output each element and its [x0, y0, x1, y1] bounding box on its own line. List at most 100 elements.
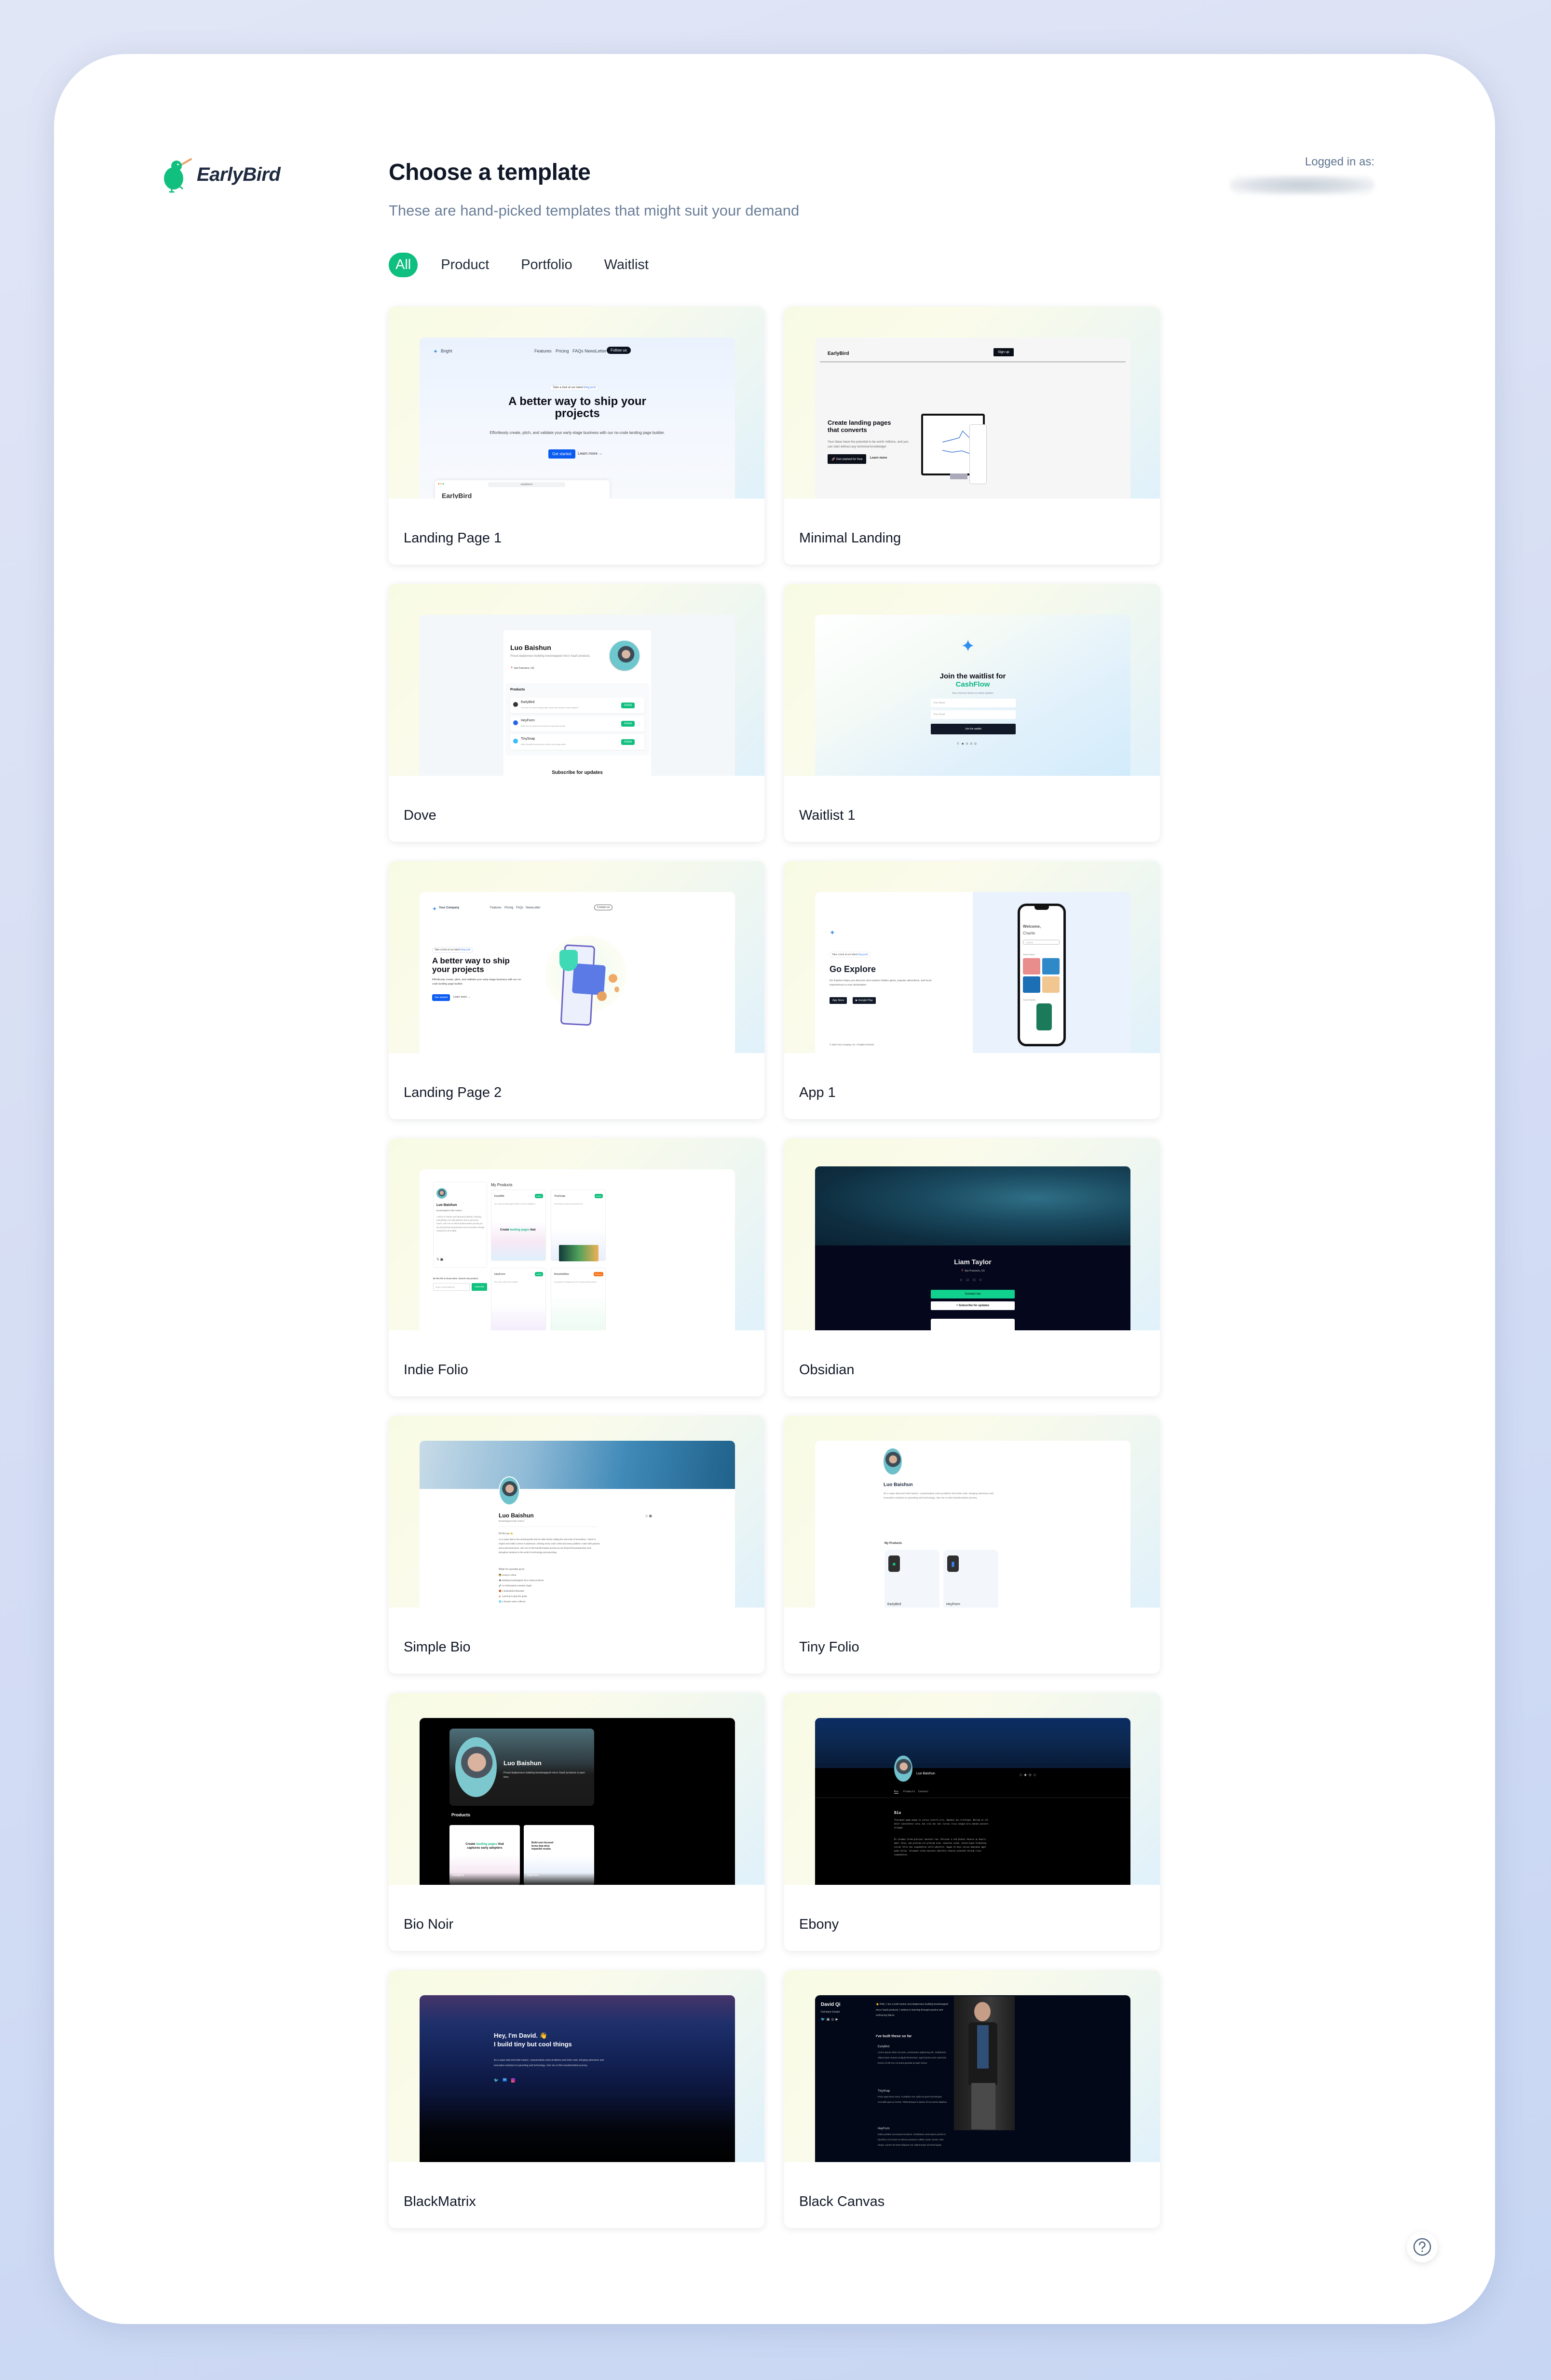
page-subtitle: These are hand-picked templates that mig…	[389, 202, 800, 219]
preview-nav-item: Features	[534, 349, 552, 353]
app-logo[interactable]: EarlyBird	[163, 156, 281, 193]
preview-screenshot: Luo Baishun Proud dadpreneur building bo…	[420, 1718, 735, 1885]
template-card-ebony[interactable]: Luo Baishun ◇◆◎◇ Bio Products Contact Bi…	[784, 1693, 1160, 1951]
preview-tab: Contact	[918, 1790, 929, 1793]
preview-follow-button: Follow us	[607, 347, 631, 354]
template-name: Dove	[404, 808, 436, 823]
template-card-indie-folio[interactable]: Luo Baishun Bootstrapped Indie Hakcer I …	[389, 1138, 764, 1396]
preview-subtext: Stay informed about our latest updates	[952, 692, 993, 695]
preview-tab: Products	[903, 1790, 915, 1793]
preview-headline: Go Explore	[830, 964, 876, 974]
help-button[interactable]	[1407, 2231, 1438, 2262]
preview-screenshot: ✦ Bright Features Pricing FAQs NewsLette…	[420, 338, 735, 499]
preview-phone-mockup: Welcome, Charlie ⌕ Search Saved Places T…	[1018, 904, 1066, 1046]
template-card-app-1[interactable]: ✦ Take a look at our latest blog post Go…	[784, 861, 1160, 1119]
filter-waitlist[interactable]: Waitlist	[596, 253, 657, 277]
sparkle-icon: ✦	[433, 348, 438, 355]
preview-screenshot: ✦ Take a look at our latest blog post Go…	[815, 892, 1130, 1053]
preview-body: Your ideas have the potential to be wort…	[828, 440, 909, 448]
template-preview: ✦ Your Company Features Pricing FAQs New…	[389, 861, 764, 1053]
preview-screenshot: Luo Baishun Bootstrapped Indie Hakcer ◇ …	[420, 1441, 735, 1608]
template-grid: ✦ Bright Features Pricing FAQs NewsLette…	[389, 307, 1160, 2228]
template-name: Ebony	[799, 1917, 839, 1932]
shield-icon	[559, 950, 578, 971]
template-preview: ✦ Join the waitlist for CashFlow Stay in…	[784, 584, 1160, 776]
account-info: Logged in as:	[1230, 155, 1374, 195]
preview-role: Bootstrapped Indie Hakcer	[499, 1520, 525, 1522]
preview-screenshot: Hey, I'm David. 👋 I build tiny but cool …	[420, 1995, 735, 2162]
preview-body: As a super-dad and indie hacker, I passi…	[494, 2059, 604, 2067]
template-name: Tiny Folio	[799, 1639, 859, 1655]
avatar	[894, 1756, 912, 1782]
filter-product[interactable]: Product	[432, 253, 498, 277]
template-preview: Luo Baishun As a super-dad and indie hac…	[784, 1416, 1160, 1608]
template-card-dove[interactable]: Luo Baishun Proud dadpreneur building bo…	[389, 584, 764, 842]
preview-profile-card: Luo Baishun Proud dadpreneur building bo…	[503, 630, 651, 776]
preview-phone-mockup	[969, 424, 987, 484]
filter-portfolio[interactable]: Portfolio	[512, 253, 581, 277]
preview-mountain-banner	[815, 1718, 1130, 1768]
preview-nav-item: FAQs	[516, 906, 524, 909]
preview-contact-button: Contact me	[931, 1290, 1015, 1298]
avatar	[609, 640, 640, 672]
category-filters: All Product Portfolio Waitlist	[389, 253, 657, 277]
template-card-obsidian[interactable]: Liam Taylor 📍 San Francisco, US ◇▢▢◇ Con…	[784, 1138, 1160, 1396]
template-name: Indie Folio	[404, 1362, 468, 1378]
template-preview: Luo Baishun Bootstrapped Indie Hakcer I …	[389, 1138, 764, 1330]
twitter-icon: 🐦	[494, 2078, 499, 2082]
preview-nav-item: Pricing	[556, 349, 569, 353]
avatar	[884, 1448, 902, 1474]
template-card-landing-page-2[interactable]: ✦ Your Company Features Pricing FAQs New…	[389, 861, 764, 1119]
template-card-black-canvas[interactable]: David Qi Full-stack Creator 🐦▣◎▶ 👋 Hello…	[784, 1970, 1160, 2228]
template-card-minimal-landing[interactable]: EarlyBird Sign up Create landing pages t…	[784, 307, 1160, 565]
preview-name: David Qi	[821, 2002, 841, 2007]
page-title: Choose a template	[389, 160, 591, 185]
template-name: Landing Page 2	[404, 1085, 502, 1100]
template-preview: ✦ Bright Features Pricing FAQs NewsLette…	[389, 307, 764, 499]
template-name: Black Canvas	[799, 2194, 885, 2209]
preview-section-title: My Products	[491, 1183, 513, 1187]
preview-body: Effortlessly create, pitch, and validate…	[432, 978, 522, 986]
template-card-blackmatrix[interactable]: Hey, I'm David. 👋 I build tiny but cool …	[389, 1970, 764, 2228]
kiwi-bird-icon	[164, 158, 192, 193]
preview-signup-button: Sign up	[993, 348, 1014, 356]
app-name: EarlyBird	[197, 163, 281, 185]
preview-brand: EarlyBird	[828, 351, 849, 356]
preview-product-name: CashFlow	[955, 680, 990, 689]
preview-browser-window: ●●● earlybird.in EarlyBird	[435, 480, 610, 499]
logged-in-label: Logged in as:	[1305, 155, 1374, 168]
template-name: Waitlist 1	[799, 808, 856, 823]
template-card-landing-page-1[interactable]: ✦ Bright Features Pricing FAQs NewsLette…	[389, 307, 764, 565]
preview-get-started: Get started	[432, 994, 450, 1001]
preview-headline: Create landing pages that converts	[828, 419, 891, 433]
preview-nav-item: NewsLetter	[585, 349, 607, 353]
preview-app-store-button: App Store	[830, 997, 847, 1004]
preview-social-icons: 🐦▣◎▶	[821, 2018, 840, 2021]
sparkle-icon: ✦	[830, 929, 835, 936]
template-preview: Luo Baishun Proud dadpreneur building bo…	[389, 1693, 764, 1885]
preview-bio: As a super-dad to two amazing kids and a…	[499, 1538, 600, 1554]
filter-all[interactable]: All	[389, 253, 418, 277]
template-preview: Luo Baishun Bootstrapped Indie Hakcer ◇ …	[389, 1416, 764, 1608]
template-card-tiny-folio[interactable]: Luo Baishun As a super-dad and indie hac…	[784, 1416, 1160, 1674]
template-card-waitlist-1[interactable]: ✦ Join the waitlist for CashFlow Stay in…	[784, 584, 1160, 842]
preview-footer: © 2023 Your Company, Inc. All rights res…	[830, 1043, 875, 1046]
template-preview: Luo Baishun ◇◆◎◇ Bio Products Contact Bi…	[784, 1693, 1160, 1885]
preview-name: Liam Taylor	[954, 1258, 992, 1266]
preview-email-field: Enter email address	[433, 1283, 470, 1291]
template-card-bio-noir[interactable]: Luo Baishun Proud dadpreneur building bo…	[389, 1693, 764, 1951]
template-card-simple-bio[interactable]: Luo Baishun Bootstrapped Indie Hakcer ◇ …	[389, 1416, 764, 1674]
preview-learn-more: Learn more	[870, 456, 887, 460]
preview-get-started: Get started	[548, 449, 575, 459]
preview-subscribe-button: + Subscribe for updates	[931, 1301, 1015, 1310]
preview-cta-text: Be the first to know when I launch new p…	[433, 1277, 479, 1280]
template-name: BlackMatrix	[404, 2194, 476, 2209]
preview-learn-more: Learn more →	[578, 451, 603, 456]
template-preview: EarlyBird Sign up Create landing pages t…	[784, 307, 1160, 499]
template-name: Bio Noir	[404, 1917, 454, 1932]
preview-headline: A better way to ship your projects	[432, 956, 510, 974]
preview-nav-item: Pricing	[504, 906, 514, 909]
account-email-redacted	[1230, 176, 1374, 195]
preview-primary-button: 🚀 Get started for free	[828, 454, 867, 464]
preview-join-button: Join the waitlist	[931, 724, 1016, 734]
